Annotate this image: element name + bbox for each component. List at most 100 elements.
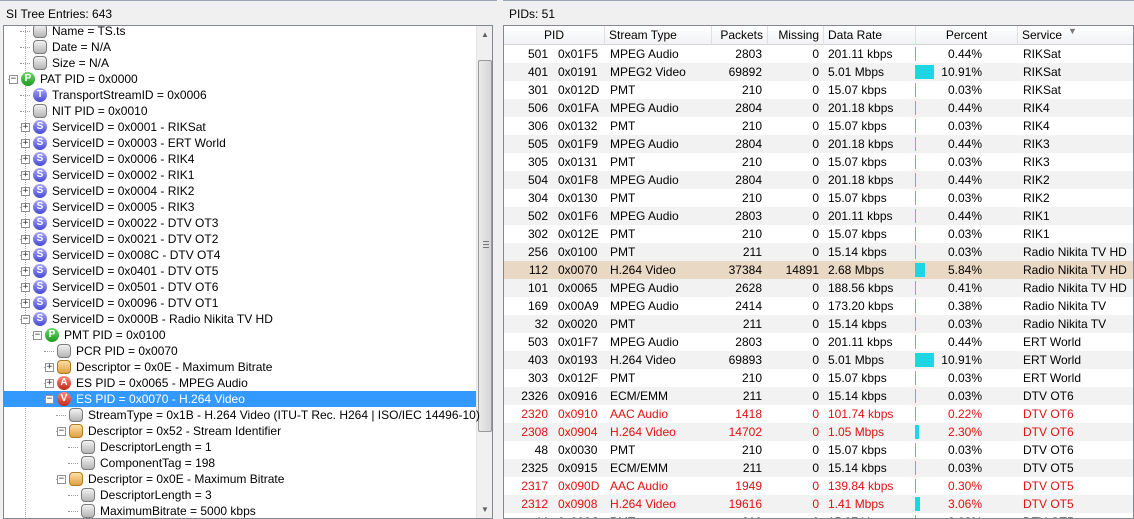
tree-node[interactable]: + S ServiceID = 0x0005 - RIK3 bbox=[4, 199, 476, 215]
tree-node[interactable]: − Descriptor = 0x52 - Stream Identifier bbox=[4, 423, 476, 439]
table-row[interactable]: 2308 0x0904 H.264 Video 14702 0 1.05 Mbps 2.30… bbox=[504, 423, 1133, 441]
table-row[interactable]: 112 0x0070 H.264 Video 37384 14891 2.68 Mbps 5… bbox=[504, 261, 1133, 279]
table-row[interactable]: 2326 0x0916 ECM/EMM 211 0 15.14 kbps 0.03% DTV … bbox=[504, 387, 1133, 405]
table-row[interactable]: 501 0x01F5 MPEG Audio 2803 0 201.11 kbps 0.44%… bbox=[504, 45, 1133, 63]
table-row[interactable]: 303 0x012F PMT 210 0 15.07 kbps 0.03% ERT World bbox=[504, 369, 1133, 387]
tree-node[interactable]: PCR PID = 0x0070 bbox=[4, 343, 476, 359]
collapse-icon[interactable]: − bbox=[57, 427, 66, 436]
tree-node[interactable]: MaximumBitrate = 5000 kbps bbox=[4, 503, 476, 518]
collapse-icon[interactable]: − bbox=[33, 331, 42, 340]
expand-icon[interactable]: + bbox=[21, 203, 30, 212]
expand-icon[interactable]: + bbox=[45, 379, 54, 388]
tree-node[interactable]: Size = N/A bbox=[4, 55, 476, 71]
cell-hex: 0x0908 bbox=[558, 497, 598, 511]
tree-node[interactable]: + S ServiceID = 0x0501 - DTV OT6 bbox=[4, 279, 476, 295]
tree-node[interactable]: + S ServiceID = 0x0096 - DTV OT1 bbox=[4, 295, 476, 311]
col-header-percent[interactable]: Percent bbox=[916, 26, 1018, 45]
expand-icon[interactable]: + bbox=[21, 139, 30, 148]
tree-node[interactable]: + S ServiceID = 0x0006 - RIK4 bbox=[4, 151, 476, 167]
tree-node[interactable]: + S ServiceID = 0x0003 - ERT World bbox=[4, 135, 476, 151]
table-row[interactable]: 506 0x01FA MPEG Audio 2804 0 201.18 kbps 0.44%… bbox=[504, 99, 1133, 117]
scroll-down-arrow-icon[interactable]: ▼ bbox=[477, 501, 492, 518]
table-row[interactable]: 2320 0x0910 AAC Audio 1418 0 101.74 kbps 0.22%… bbox=[504, 405, 1133, 423]
table-row[interactable]: 2317 0x090D AAC Audio 1949 0 139.84 kbps 0.30%… bbox=[504, 477, 1133, 495]
tree-scroll-thumb[interactable] bbox=[478, 60, 492, 432]
table-row[interactable]: 305 0x0131 PMT 210 0 15.07 kbps 0.03% RIK3 bbox=[504, 153, 1133, 171]
tree-node-label: ServiceID = 0x0021 - DTV OT2 bbox=[52, 232, 219, 246]
table-row[interactable]: 504 0x01F8 MPEG Audio 2804 0 201.18 kbps 0.44%… bbox=[504, 171, 1133, 189]
table-row[interactable]: 44 0x002CPMT210 0 15.07 kbps0.03% DTV OT5 bbox=[504, 513, 1133, 518]
col-header-data-rate[interactable]: Data Rate bbox=[824, 26, 916, 45]
pid-table[interactable]: PID Stream Type Packets Missing Data Rat… bbox=[503, 25, 1134, 519]
col-header-missing[interactable]: Missing bbox=[768, 26, 824, 45]
table-row[interactable]: 2325 0x0915 ECM/EMM 211 0 15.14 kbps 0.03% DTV … bbox=[504, 459, 1133, 477]
table-row[interactable]: 256 0x0100 PMT 211 0 15.14 kbps 0.03% Radio Nik… bbox=[504, 243, 1133, 261]
col-header-pid[interactable]: PID bbox=[504, 26, 605, 45]
tree-node[interactable]: NIT PID = 0x0010 bbox=[4, 103, 476, 119]
cell-pid: 502 bbox=[527, 209, 548, 223]
tree-node[interactable]: + S ServiceID = 0x0002 - RIK1 bbox=[4, 167, 476, 183]
table-row[interactable]: 101 0x0065 MPEG Audio 2628 0 188.56 kbps 0.41%… bbox=[504, 279, 1133, 297]
cell-rate: 15.14 kbps bbox=[828, 245, 887, 259]
tree-node[interactable]: Name = TS.ts bbox=[4, 26, 476, 39]
tree-node[interactable]: DescriptorLength = 1 bbox=[4, 439, 476, 455]
collapse-icon[interactable]: − bbox=[57, 475, 66, 484]
table-row[interactable]: 502 0x01F6 MPEG Audio 2803 0 201.11 kbps 0.44%… bbox=[504, 207, 1133, 225]
tree-node[interactable]: − P PMT PID = 0x0100 bbox=[4, 327, 476, 343]
tree-node[interactable]: + S ServiceID = 0x0022 - DTV OT3 bbox=[4, 215, 476, 231]
scroll-up-arrow-icon[interactable]: ▲ bbox=[477, 26, 492, 43]
table-row[interactable]: 304 0x0130 PMT 210 0 15.07 kbps 0.03% RIK2 bbox=[504, 189, 1133, 207]
table-row[interactable]: 169 0x00A9 MPEG Audio 2414 0 173.20 kbps 0.38%… bbox=[504, 297, 1133, 315]
table-row[interactable]: 403 0x0193 H.264 Video 69893 0 5.01 Mbps 10.91… bbox=[504, 351, 1133, 369]
tree-node[interactable]: + S ServiceID = 0x0401 - DTV OT5 bbox=[4, 263, 476, 279]
table-row[interactable]: 306 0x0132 PMT 210 0 15.07 kbps 0.03% RIK4 bbox=[504, 117, 1133, 135]
table-row[interactable]: 32 0x0020 PMT 211 0 15.14 kbps 0.03% Radio Niki… bbox=[504, 315, 1133, 333]
table-row[interactable]: 401 0x0191 MPEG2 Video 69892 0 5.01 Mbps 10.91… bbox=[504, 63, 1133, 81]
expand-icon[interactable]: + bbox=[21, 267, 30, 276]
cell-percent: 10.91% bbox=[941, 65, 982, 79]
collapse-icon[interactable]: − bbox=[9, 75, 18, 84]
tree-node[interactable]: + Descriptor = 0x0E - Maximum Bitrate bbox=[4, 359, 476, 375]
expand-icon[interactable]: + bbox=[21, 123, 30, 132]
tree-node[interactable]: + S ServiceID = 0x008C - DTV OT4 bbox=[4, 247, 476, 263]
expand-icon[interactable]: + bbox=[21, 219, 30, 228]
table-row[interactable]: 505 0x01F9 MPEG Audio 2804 0 201.18 kbps 0.44%… bbox=[504, 135, 1133, 153]
expand-icon[interactable]: + bbox=[21, 251, 30, 260]
tree-node[interactable]: T TransportStreamID = 0x0006 bbox=[4, 87, 476, 103]
tree-node[interactable]: + S ServiceID = 0x0021 - DTV OT2 bbox=[4, 231, 476, 247]
expand-icon[interactable]: + bbox=[21, 171, 30, 180]
cell-missing: 0 bbox=[812, 245, 819, 259]
table-row[interactable]: 503 0x01F7 MPEG Audio 2803 0 201.11 kbps 0.44%… bbox=[504, 333, 1133, 351]
tree-node[interactable]: − Descriptor = 0x0E - Maximum Bitrate bbox=[4, 471, 476, 487]
tree-node[interactable]: − V ES PID = 0x0070 - H.264 Video bbox=[4, 391, 476, 407]
expand-icon[interactable]: + bbox=[21, 299, 30, 308]
table-row[interactable]: 48 0x0030 PMT 210 0 15.07 kbps 0.03% DTV OT6 bbox=[504, 441, 1133, 459]
expand-icon[interactable]: + bbox=[45, 363, 54, 372]
cell-rate: 15.07 kbps bbox=[828, 513, 914, 518]
tree-node[interactable]: Date = N/A bbox=[4, 39, 476, 55]
tree-node[interactable]: DescriptorLength = 3 bbox=[4, 487, 476, 503]
expand-icon[interactable]: + bbox=[21, 235, 30, 244]
tree-node[interactable]: − S ServiceID = 0x000B - Radio Nikita TV H… bbox=[4, 311, 476, 327]
expand-icon[interactable]: + bbox=[21, 283, 30, 292]
green-node-icon: P bbox=[45, 328, 59, 342]
table-row[interactable]: 301 0x012D PMT 210 0 15.07 kbps 0.03% RIKSat bbox=[504, 81, 1133, 99]
tree-scrollbar[interactable]: ▲ ▼ bbox=[476, 26, 492, 518]
expand-icon[interactable]: + bbox=[21, 155, 30, 164]
cell-pid: 403 bbox=[527, 353, 548, 367]
table-row[interactable]: 2312 0x0908 H.264 Video 19616 0 1.41 Mbps 3.06… bbox=[504, 495, 1133, 513]
tree-node[interactable]: + S ServiceID = 0x0004 - RIK2 bbox=[4, 183, 476, 199]
collapse-icon[interactable]: − bbox=[45, 395, 54, 404]
tree-node[interactable]: + A ES PID = 0x0065 - MPEG Audio bbox=[4, 375, 476, 391]
tree-node[interactable]: + S ServiceID = 0x0001 - RIKSat bbox=[4, 119, 476, 135]
collapse-icon[interactable]: − bbox=[21, 315, 30, 324]
col-header-stream-type[interactable]: Stream Type bbox=[605, 26, 712, 45]
expand-icon[interactable]: + bbox=[21, 187, 30, 196]
tree-node[interactable]: StreamType = 0x1B - H.264 Video (ITU-T R… bbox=[4, 407, 480, 423]
col-header-packets[interactable]: Packets bbox=[712, 26, 768, 45]
cell-hex: 0x0191 bbox=[558, 65, 598, 79]
table-row[interactable]: 302 0x012E PMT 210 0 15.07 kbps 0.03% RIK1 bbox=[504, 225, 1133, 243]
tree-node[interactable]: − P PAT PID = 0x0000 bbox=[4, 71, 476, 87]
tree-node[interactable]: ComponentTag = 198 bbox=[4, 455, 476, 471]
si-tree-view[interactable]: Name = TS.ts Date = N/A Size = N/A − P PAT PI… bbox=[3, 25, 493, 519]
